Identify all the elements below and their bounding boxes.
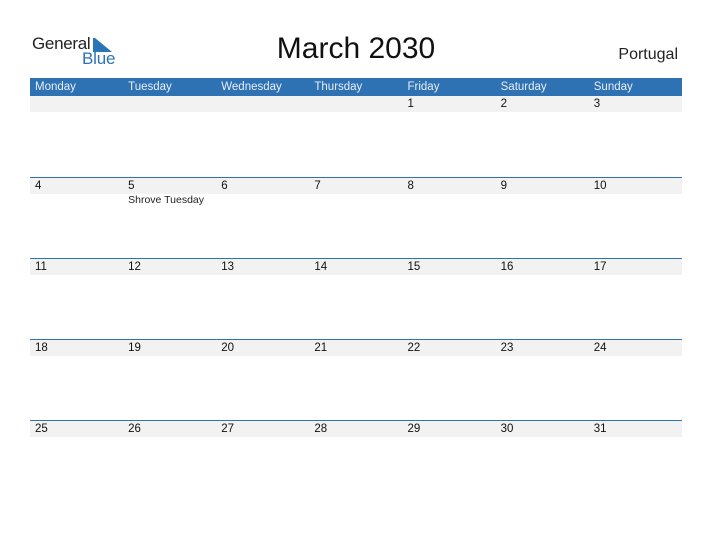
weekday-friday: Friday <box>407 81 440 93</box>
weekday-sunday: Sunday <box>593 81 633 93</box>
day-cell: 16 <box>496 259 589 340</box>
day-number: 25 <box>35 423 48 435</box>
week-days: 4 5 Shrove Tuesday 6 7 8 9 10 <box>30 178 682 259</box>
day-cell: 23 <box>496 340 589 421</box>
day-cell <box>123 96 216 177</box>
country-label: Portugal <box>618 46 678 63</box>
day-number: 27 <box>221 423 235 435</box>
day-cell: 30 <box>496 421 589 502</box>
day-number: 29 <box>407 423 421 435</box>
day-cell <box>216 96 309 177</box>
week-row: 25 26 27 28 29 30 31 <box>30 420 682 502</box>
day-cell: 22 <box>403 340 496 421</box>
day-number: 2 <box>500 98 508 110</box>
week-row: 11 12 13 14 15 16 17 <box>30 258 682 340</box>
day-cell: 2 <box>496 96 589 177</box>
holiday-label: Shrove Tuesday <box>128 194 205 206</box>
day-number: 30 <box>500 423 514 435</box>
day-number <box>314 96 402 112</box>
day-cell: 12 <box>123 259 216 340</box>
day-number: 8 <box>407 180 414 192</box>
day-cell: 31 <box>589 421 682 502</box>
day-number: 23 <box>500 342 514 354</box>
day-number: 15 <box>407 261 421 273</box>
day-cell: 17 <box>589 259 682 340</box>
day-number: 22 <box>407 342 421 354</box>
week-days: 25 26 27 28 29 30 31 <box>30 421 682 502</box>
weekday-wednesday: Wednesday <box>221 81 282 93</box>
day-cell: 25 <box>30 421 123 502</box>
day-cell: 3 <box>589 96 682 177</box>
day-number: 19 <box>128 342 141 354</box>
week-days: 11 12 13 14 15 16 17 <box>30 259 682 340</box>
day-cell: 15 <box>403 259 496 340</box>
day-cell <box>309 96 402 177</box>
day-number <box>128 96 216 112</box>
day-number: 18 <box>35 342 48 354</box>
day-number: 10 <box>593 180 607 192</box>
day-cell: 10 <box>589 178 682 259</box>
weekday-saturday: Saturday <box>500 81 547 93</box>
weekday-header: Monday Tuesday Wednesday Thursday Friday… <box>30 78 682 96</box>
day-cell: 14 <box>309 259 402 340</box>
day-cell: 5 Shrove Tuesday <box>123 178 216 259</box>
day-number: 26 <box>128 423 141 435</box>
day-number: 24 <box>593 342 607 354</box>
day-cell: 24 <box>589 340 682 421</box>
day-cell: 6 <box>216 178 309 259</box>
day-number: 9 <box>500 180 508 192</box>
day-cell: 7 <box>309 178 402 259</box>
day-number: 3 <box>593 98 601 110</box>
day-number: 11 <box>35 261 47 273</box>
weekday-tuesday: Tuesday <box>128 81 172 93</box>
day-number: 20 <box>221 342 235 354</box>
day-cell <box>30 96 123 177</box>
day-number: 5 <box>128 180 135 192</box>
week-row: 1 2 3 <box>30 96 682 177</box>
day-number: 16 <box>500 261 514 273</box>
day-cell: 4 <box>30 178 123 259</box>
day-number: 6 <box>221 180 228 192</box>
day-cell: 27 <box>216 421 309 502</box>
day-number: 1 <box>407 98 414 110</box>
day-number: 4 <box>35 180 42 192</box>
day-cell: 20 <box>216 340 309 421</box>
day-number <box>221 96 309 112</box>
week-days: 18 19 20 21 22 23 24 <box>30 340 682 421</box>
day-number: 12 <box>128 261 141 273</box>
day-number: 21 <box>314 342 328 354</box>
day-cell: 13 <box>216 259 309 340</box>
day-cell: 21 <box>309 340 402 421</box>
day-number: 13 <box>221 261 235 273</box>
week-days: 1 2 3 <box>30 96 682 177</box>
calendar-title: March 2030 <box>276 32 436 65</box>
day-cell: 1 <box>403 96 496 177</box>
day-cell: 29 <box>403 421 496 502</box>
day-cell: 19 <box>123 340 216 421</box>
week-row: 4 5 Shrove Tuesday 6 7 8 9 10 <box>30 177 682 259</box>
day-number: 17 <box>593 261 607 273</box>
day-cell: 8 <box>403 178 496 259</box>
day-number: 31 <box>593 423 607 435</box>
day-number: 7 <box>314 180 321 192</box>
day-cell: 26 <box>123 421 216 502</box>
day-number: 14 <box>314 261 328 273</box>
day-cell: 11 <box>30 259 123 340</box>
weekday-thursday: Thursday <box>314 81 363 93</box>
day-number: 28 <box>314 423 328 435</box>
day-cell: 18 <box>30 340 123 421</box>
week-row: 18 19 20 21 22 23 24 <box>30 339 682 421</box>
day-number <box>35 96 123 112</box>
day-cell: 9 <box>496 178 589 259</box>
weekday-monday: Monday <box>35 81 76 93</box>
day-cell: 28 <box>309 421 402 502</box>
